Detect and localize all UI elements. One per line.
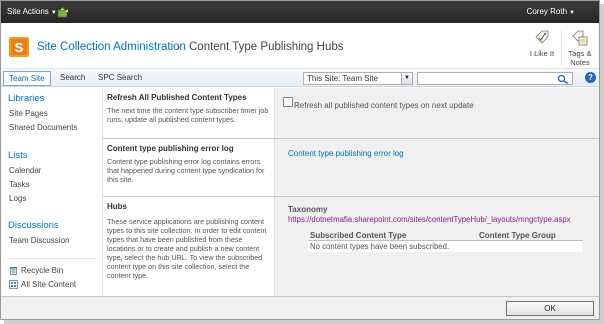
hub-url-link[interactable]: https://dotnetmafia.sharepoint.com/sites… [288,215,571,224]
user-name: Corey Roth [526,7,568,16]
section-description-column: Hubs These service applications are publ… [103,197,275,296]
refresh-checkbox[interactable] [283,97,293,107]
ql-item-team-discussion[interactable]: Team Discussion [9,236,69,245]
section-control-column [275,139,599,196]
application-window: Site Actions ▼ Corey Roth ▼ S Site Collect… [0,0,600,320]
quick-launch: Libraries Site Pages Shared Documents Li… [1,88,102,295]
ql-heading-lists[interactable]: Lists [8,150,28,161]
window-shadow [4,320,604,324]
ql-item-tasks[interactable]: Tasks [9,180,29,189]
error-log-link[interactable]: Content type publishing error log [288,149,404,158]
tab-team-site[interactable]: Team Site [3,71,51,86]
tags-notes-icon [572,30,588,46]
section-description-column: Content type publishing error log Conten… [103,139,275,196]
ql-item-calendar[interactable]: Calendar [9,166,41,175]
section-hubs: Hubs These service applications are publ… [103,197,599,296]
tags-label-line1: Tags & [568,49,592,58]
chevron-down-icon[interactable]: ▼ [401,73,412,84]
ql-item-recycle-bin[interactable]: Recycle Bin [21,266,63,275]
breadcrumb-separator: › [177,42,180,52]
svg-text:S: S [15,40,24,55]
site-logo-icon: S [9,37,29,57]
section-description: The next time the content type subscribe… [107,106,269,124]
chevron-down-icon: ▼ [50,10,57,16]
i-like-it-button[interactable]: I Like It [523,29,561,58]
tab-spc-search[interactable]: SPC Search [93,71,147,86]
chevron-down-icon: ▼ [569,10,575,16]
top-navigation: Team Site Search SPC Search This Site: T… [1,69,599,87]
tags-label-line2: Notes [570,58,590,67]
search-scope-select[interactable]: This Site: Team Site ▼ [303,72,413,85]
column-header-content-type-group: Content Type Group [479,231,556,240]
section-title: Hubs [107,202,127,211]
ql-item-all-site-content[interactable]: All Site Content [21,280,76,289]
help-icon[interactable]: ? [585,72,596,83]
top-ribbon-bar: Site Actions ▼ Corey Roth ▼ [1,1,599,23]
section-description: Content type publishing error log contai… [107,157,265,184]
ok-button[interactable]: OK [506,301,594,316]
i-like-it-label: I Like It [529,49,555,58]
page-title: Content Type Publishing Hubs [189,41,344,53]
divider [561,31,562,65]
section-description-column: Refresh All Published Content Types The … [103,88,275,138]
ql-item-site-pages[interactable]: Site Pages [9,109,48,118]
ql-heading-libraries[interactable]: Libraries [8,93,44,104]
breadcrumb-root[interactable]: Site Collection Administration [37,41,186,53]
refresh-checkbox-label[interactable]: Refresh all published content types on n… [294,101,474,110]
section-error-log: Content type publishing error log Conten… [103,139,599,196]
form-footer: OK [1,296,599,319]
column-header-subscribed-content-type: Subscribed Content Type [310,231,407,240]
section-control-column [275,88,599,138]
main-content: Refresh All Published Content Types The … [102,88,599,296]
tags-and-notes-button[interactable]: Tags & Notes [563,29,597,67]
navigate-up-icon[interactable] [57,6,69,18]
search-icon[interactable] [557,74,569,84]
recycle-bin-icon [10,267,17,275]
page-title-area: S Site Collection Administration › Conte… [1,23,599,69]
divider [7,258,97,259]
like-tag-icon [535,30,549,44]
user-menu[interactable]: Corey Roth ▼ [527,7,575,16]
all-site-content-icon [9,280,18,289]
section-refresh: Refresh All Published Content Types The … [103,88,599,138]
search-input[interactable] [417,72,573,85]
site-actions-menu[interactable]: Site Actions ▼ [7,7,57,16]
ql-item-logs[interactable]: Logs [9,194,26,203]
ql-heading-discussions[interactable]: Discussions [8,220,59,231]
site-actions-label: Site Actions [7,7,49,16]
window-shadow [600,4,604,324]
hub-service-name: Taxonomy [288,205,328,214]
tab-search[interactable]: Search [55,71,90,86]
ql-item-shared-documents[interactable]: Shared Documents [9,123,77,132]
section-title: Content type publishing error log [107,144,234,153]
section-title: Refresh All Published Content Types [107,93,247,102]
section-description: These service applications are publishin… [107,217,267,280]
search-scope-value: This Site: Team Site [307,74,378,83]
empty-message: No content types have been subscribed. [308,241,583,252]
